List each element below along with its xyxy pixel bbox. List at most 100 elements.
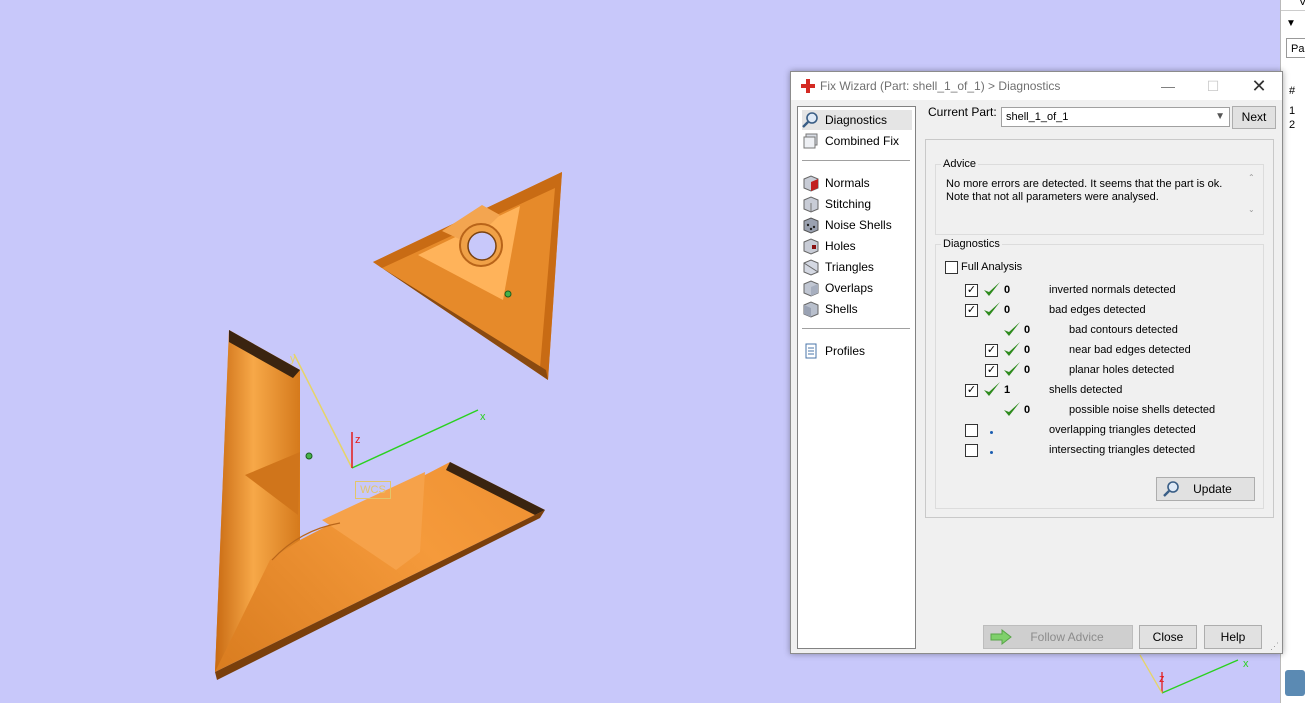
green-check-icon [984, 282, 1000, 296]
diagnostic-label: planar holes detected [1069, 364, 1175, 376]
arrow-right-icon [990, 629, 1012, 645]
diagnostic-count: 0 [1004, 284, 1011, 296]
view-cube-icon[interactable] [1285, 670, 1305, 696]
diagnostic-label: near bad edges detected [1069, 344, 1191, 356]
nav-item-shells[interactable]: Shells [802, 299, 912, 319]
axis-x-label: x [480, 411, 486, 423]
mini-axes: x z [1139, 654, 1249, 694]
nav-item-diagnostics[interactable]: Diagnostics [802, 110, 912, 130]
diagnostic-checkbox[interactable] [965, 444, 978, 457]
axis-z-label: z [355, 434, 361, 446]
update-button[interactable]: Update [1156, 477, 1255, 501]
nav-item-normals[interactable]: Normals [802, 173, 912, 193]
right-side-panel: V ▼ Par # 1 2 [1280, 0, 1305, 703]
diagnostic-checkbox[interactable] [965, 424, 978, 437]
diagnostic-checkbox[interactable]: ✓ [985, 364, 998, 377]
current-part-label: Current Part: [928, 105, 997, 119]
nav-item-overlaps[interactable]: Overlaps [802, 278, 912, 298]
nav-item-profiles[interactable]: Profiles [802, 341, 912, 361]
diagnostic-label: overlapping triangles detected [1049, 424, 1196, 436]
diagnostic-checkbox[interactable]: ✓ [965, 284, 978, 297]
nav-item-label: Profiles [825, 344, 866, 358]
current-part-select[interactable]: shell_1_of_1 ▼ [1001, 107, 1230, 127]
diagnostic-label: intersecting triangles detected [1049, 444, 1196, 456]
scroll-down-icon[interactable]: ⌄ [1248, 205, 1255, 214]
wcs-label: WCS [355, 481, 391, 499]
triangle-part[interactable] [373, 172, 562, 380]
update-label: Update [1193, 482, 1232, 496]
current-part-value: shell_1_of_1 [1006, 111, 1069, 123]
dialog-titlebar[interactable]: Fix Wizard (Part: shell_1_of_1) > Diagno… [791, 72, 1282, 100]
diagnostic-count: 0 [1004, 304, 1011, 316]
nav-item-label: Stitching [825, 197, 872, 211]
nav-item-label: Diagnostics [825, 113, 888, 127]
close-button[interactable]: Close [1139, 625, 1197, 649]
world-axes: y x z [290, 353, 486, 469]
green-check-icon [1004, 362, 1020, 376]
diagnostic-label: bad contours detected [1069, 324, 1178, 336]
advice-text: No more errors are detected. It seems th… [946, 178, 1223, 203]
overlaps-cube-icon [803, 280, 819, 297]
resize-grip-icon[interactable]: ⋰ [1270, 641, 1280, 651]
nav-item-stitching[interactable]: Stitching [802, 194, 912, 214]
help-button[interactable]: Help [1204, 625, 1262, 649]
diagnostic-checkbox[interactable]: ✓ [985, 344, 998, 357]
noise-shells-icon [803, 217, 819, 234]
maximize-button[interactable]: ☐ [1190, 72, 1236, 100]
nav-item-label: Normals [825, 176, 870, 190]
nav-item-label: Triangles [825, 260, 874, 274]
nav-item-label: Holes [825, 239, 856, 253]
green-check-icon [984, 302, 1000, 316]
close-window-button[interactable]: ✕ [1236, 72, 1282, 100]
diagnostic-count: 0 [1024, 344, 1031, 356]
nav-item-label: Overlaps [825, 281, 874, 295]
scroll-up-icon[interactable]: ⌃ [1248, 173, 1255, 182]
panel-row-1[interactable]: 1 [1289, 105, 1295, 117]
diagnostics-title: Diagnostics [941, 238, 1002, 250]
chevron-down-icon: ▼ [1215, 111, 1225, 122]
l-shaped-part[interactable] [215, 330, 545, 680]
panel-row-2[interactable]: 2 [1289, 119, 1295, 131]
diagnostic-count: 0 [1024, 324, 1031, 336]
full-analysis-checkbox[interactable] [945, 261, 958, 274]
mini-axis-x-label: x [1243, 658, 1249, 670]
nav-item-triangles[interactable]: Triangles [802, 257, 912, 277]
advice-title: Advice [941, 158, 979, 170]
document-icon [805, 343, 817, 359]
shells-cube-icon [803, 301, 819, 318]
diagnostic-label: shells detected [1049, 384, 1123, 396]
panel-column-header: # [1289, 85, 1296, 97]
magnifier-icon [1163, 481, 1179, 497]
panel-dropdown-arrow-icon[interactable]: ▼ [1286, 18, 1296, 29]
axis-y-label: y [290, 353, 296, 365]
pending-dot-icon [990, 431, 993, 434]
diagnostic-label: possible noise shells detected [1069, 404, 1216, 416]
diagnostic-label: inverted normals detected [1049, 284, 1176, 296]
diagnostic-count: 0 [1024, 404, 1031, 416]
panel-tab[interactable]: Par [1286, 38, 1305, 58]
minimize-button[interactable]: — [1145, 72, 1191, 100]
triangles-cube-icon [803, 259, 819, 276]
nav-item-label: Shells [825, 302, 858, 316]
advice-scrollbar[interactable]: ⌃ ⌄ [1247, 173, 1259, 217]
holes-cube-icon [803, 238, 819, 255]
magnifier-icon [802, 112, 818, 128]
combined-fix-icon [803, 133, 818, 149]
full-analysis-label: Full Analysis [961, 261, 1023, 273]
green-check-icon [1004, 402, 1020, 416]
stitching-cube-icon [803, 196, 819, 213]
diagnostic-checkbox[interactable]: ✓ [965, 384, 978, 397]
wizard-nav-list: Diagnostics Combined Fix Normals Stitchi… [797, 106, 916, 649]
dialog-title: Fix Wizard (Part: shell_1_of_1) > Diagno… [820, 79, 1061, 93]
nav-item-noise-shells[interactable]: Noise Shells [802, 215, 912, 235]
nav-item-label: Combined Fix [825, 134, 900, 148]
follow-advice-button[interactable]: Follow Advice [983, 625, 1133, 649]
green-check-icon [984, 382, 1000, 396]
green-check-icon [1004, 342, 1020, 356]
nav-item-holes[interactable]: Holes [802, 236, 912, 256]
nav-item-combined-fix[interactable]: Combined Fix [802, 131, 912, 151]
diagnostic-checkbox[interactable]: ✓ [965, 304, 978, 317]
next-button[interactable]: Next [1232, 106, 1276, 129]
nav-item-label: Noise Shells [825, 218, 892, 232]
follow-advice-label: Follow Advice [1030, 630, 1104, 644]
